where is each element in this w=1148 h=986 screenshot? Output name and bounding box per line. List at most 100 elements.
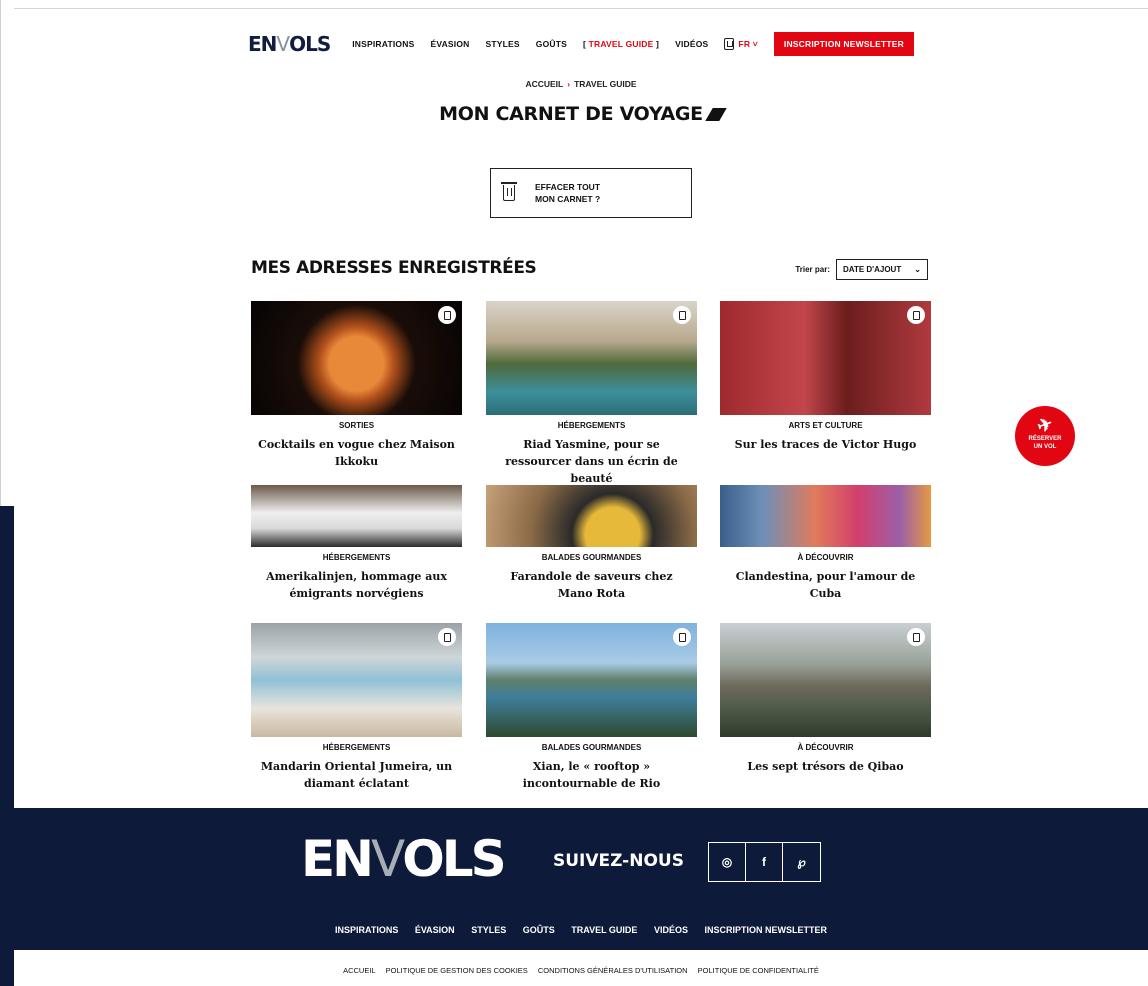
cta-line-2: UN VOL xyxy=(1033,444,1057,450)
card-title[interactable]: Clandestina, pour l'amour de Cuba xyxy=(720,568,931,602)
card[interactable]: À DÉCOUVRIR Les sept trésors de Qibao xyxy=(720,623,931,775)
card-image[interactable] xyxy=(251,485,462,547)
footer-nav-travel-guide[interactable]: TRAVEL GUIDE xyxy=(571,925,637,935)
card[interactable]: HÉBERGEMENTS Amerikalinjen, hommage aux … xyxy=(251,485,462,602)
nav-item-styles[interactable]: STYLES xyxy=(486,39,520,49)
facebook-icon[interactable]: f xyxy=(746,843,783,881)
nav-travel-guide-label: TRAVEL GUIDE xyxy=(588,39,654,49)
card-title[interactable]: Sur les traces de Victor Hugo xyxy=(720,436,931,453)
social-links: ◎ f ℘ xyxy=(708,842,821,882)
clear-line-1: EFFACER TOUT xyxy=(535,182,601,192)
logo-text-tail: OLS xyxy=(289,32,331,56)
card-category: BALADES GOURMANDES xyxy=(541,743,642,752)
card-image[interactable] xyxy=(720,485,931,547)
site-header: EN V OLS INSPIRATIONS ÉVASION STYLES GOÛTS… xyxy=(14,28,1148,60)
bookmark-icon[interactable] xyxy=(907,628,925,646)
bookmark-icon[interactable] xyxy=(724,38,735,50)
card-image[interactable] xyxy=(486,485,697,547)
bookmark-icon[interactable] xyxy=(438,628,456,646)
site-logo[interactable]: EN V OLS xyxy=(247,32,331,56)
page-title-text: MON CARNET DE VOYAGE xyxy=(439,103,703,125)
instagram-icon[interactable]: ◎ xyxy=(709,843,746,881)
card-title[interactable]: Xian, le « rooftop » incontournable de R… xyxy=(486,758,697,792)
book-flight-button[interactable]: ✈ RÉSERVER UN VOL xyxy=(1015,406,1075,466)
nav-item-travel-guide[interactable]: [ TRAVEL GUIDE ] xyxy=(583,39,659,49)
card-image[interactable] xyxy=(720,623,931,737)
legal-cookies[interactable]: POLITIQUE DE GESTION DES COOKIES xyxy=(386,966,528,975)
card[interactable]: BALADES GOURMANDES Farandole de saveurs … xyxy=(486,485,697,602)
footer-nav-gouts[interactable]: GOÛTS xyxy=(523,925,555,935)
card-image[interactable] xyxy=(251,623,462,737)
card-title[interactable]: Farandole de saveurs chez Mano Rota xyxy=(486,568,697,602)
footer-nav-inspirations[interactable]: INSPIRATIONS xyxy=(335,925,398,935)
bookmark-icon[interactable] xyxy=(438,306,456,324)
bookmark-icon[interactable] xyxy=(673,628,691,646)
card-category: HÉBERGEMENTS xyxy=(322,553,391,562)
page-title: MON CARNET DE VOYAGE xyxy=(14,103,1148,125)
breadcrumb-current[interactable]: TRAVEL GUIDE xyxy=(574,79,637,89)
window-edge xyxy=(0,0,14,506)
footer-nav-evasion[interactable]: ÉVASION xyxy=(415,925,455,935)
newsletter-button[interactable]: INSCRIPTION NEWSLETTER xyxy=(773,32,914,56)
card[interactable]: À DÉCOUVRIR Clandestina, pour l'amour de… xyxy=(720,485,931,602)
card[interactable]: SORTIES Cocktails en vogue chez Maison I… xyxy=(251,301,462,470)
card[interactable]: HÉBERGEMENTS Riad Yasmine, pour se resso… xyxy=(486,301,697,487)
card-category: HÉBERGEMENTS xyxy=(322,743,391,752)
card-title[interactable]: Cocktails en vogue chez Maison Ikkoku xyxy=(251,436,462,470)
sort-value: DATE D'AJOUT xyxy=(843,265,902,274)
footer-nav: INSPIRATIONS ÉVASION STYLES GOÛTS TRAVEL… xyxy=(14,925,1148,935)
breadcrumb-separator: › xyxy=(567,79,571,89)
card-title[interactable]: Amerikalinjen, hommage aux émigrants nor… xyxy=(251,568,462,602)
nav-item-evasion[interactable]: ÉVASION xyxy=(430,39,469,49)
legal-home[interactable]: ACCUEIL xyxy=(343,966,376,975)
pinterest-icon[interactable]: ℘ xyxy=(783,843,820,881)
footer-logo-accent: V xyxy=(371,830,405,888)
footer-nav-styles[interactable]: STYLES xyxy=(471,925,506,935)
card[interactable]: BALADES GOURMANDES Xian, le « rooftop » … xyxy=(486,623,697,792)
sort-select[interactable]: DATE D'AJOUT ⌄ xyxy=(836,259,928,280)
trash-icon xyxy=(501,182,517,201)
nav-item-inspirations[interactable]: INSPIRATIONS xyxy=(352,39,414,49)
clear-notebook-button[interactable]: EFFACER TOUT MON CARNET ? xyxy=(490,168,692,218)
card[interactable]: ARTS ET CULTURE Sur les traces de Victor… xyxy=(720,301,931,453)
window-edge-dark xyxy=(0,506,14,986)
legal-terms[interactable]: CONDITIONS GÉNÉRALES D'UTILISATION xyxy=(538,966,688,975)
title-slash-decoration xyxy=(705,108,727,121)
window-frame xyxy=(14,0,1148,9)
bookmark-icon[interactable] xyxy=(907,306,925,324)
clear-line-2: MON CARNET ? xyxy=(535,194,601,204)
card-image[interactable] xyxy=(720,301,931,415)
chevron-down-icon: ⌄ xyxy=(914,265,921,274)
site-footer: ENVOLS SUIVEZ-NOUS ◎ f ℘ INSPIRATIONS ÉV… xyxy=(14,808,1148,950)
footer-nav-newsletter[interactable]: INSCRIPTION NEWSLETTER xyxy=(705,925,828,935)
card-image[interactable] xyxy=(251,301,462,415)
card[interactable]: HÉBERGEMENTS Mandarin Oriental Jumeira, … xyxy=(251,623,462,792)
card-category: À DÉCOUVRIR xyxy=(797,743,854,752)
footer-logo-tail: OLS xyxy=(402,830,506,888)
legal-privacy[interactable]: POLITIQUE DE CONFIDENTIALITÉ xyxy=(698,966,819,975)
card-category: À DÉCOUVRIR xyxy=(797,553,854,562)
card-image[interactable] xyxy=(486,301,697,415)
language-select[interactable]: FR ˅ xyxy=(738,39,757,49)
follow-us-label: SUIVEZ-NOUS xyxy=(553,851,684,871)
card-title[interactable]: Mandarin Oriental Jumeira, un diamant éc… xyxy=(251,758,462,792)
sort-label: Trier par: xyxy=(795,265,830,274)
main-nav: INSPIRATIONS ÉVASION STYLES GOÛTS [ TRAV… xyxy=(344,32,914,56)
nav-item-gouts[interactable]: GOÛTS xyxy=(536,39,567,49)
card-title[interactable]: Les sept trésors de Qibao xyxy=(720,758,931,775)
card-category: BALADES GOURMANDES xyxy=(541,553,642,562)
footer-logo[interactable]: ENVOLS xyxy=(301,830,507,888)
card-category: HÉBERGEMENTS xyxy=(557,421,626,430)
footer-logo-text: EN xyxy=(301,830,374,888)
bookmark-icon[interactable] xyxy=(673,306,691,324)
breadcrumb-home[interactable]: ACCUEIL xyxy=(525,79,563,89)
nav-item-videos[interactable]: VIDÉOS xyxy=(675,39,708,49)
logo-text: EN xyxy=(247,32,277,56)
clear-notebook-label: EFFACER TOUT MON CARNET ? xyxy=(535,181,600,205)
card-image[interactable] xyxy=(486,623,697,737)
card-title[interactable]: Riad Yasmine, pour se ressourcer dans un… xyxy=(486,436,697,487)
breadcrumb: ACCUEIL › TRAVEL GUIDE xyxy=(14,79,1148,89)
footer-nav-videos[interactable]: VIDÉOS xyxy=(654,925,688,935)
card-category: SORTIES xyxy=(338,421,375,430)
legal-links: ACCUEIL POLITIQUE DE GESTION DES COOKIES… xyxy=(14,966,1148,975)
